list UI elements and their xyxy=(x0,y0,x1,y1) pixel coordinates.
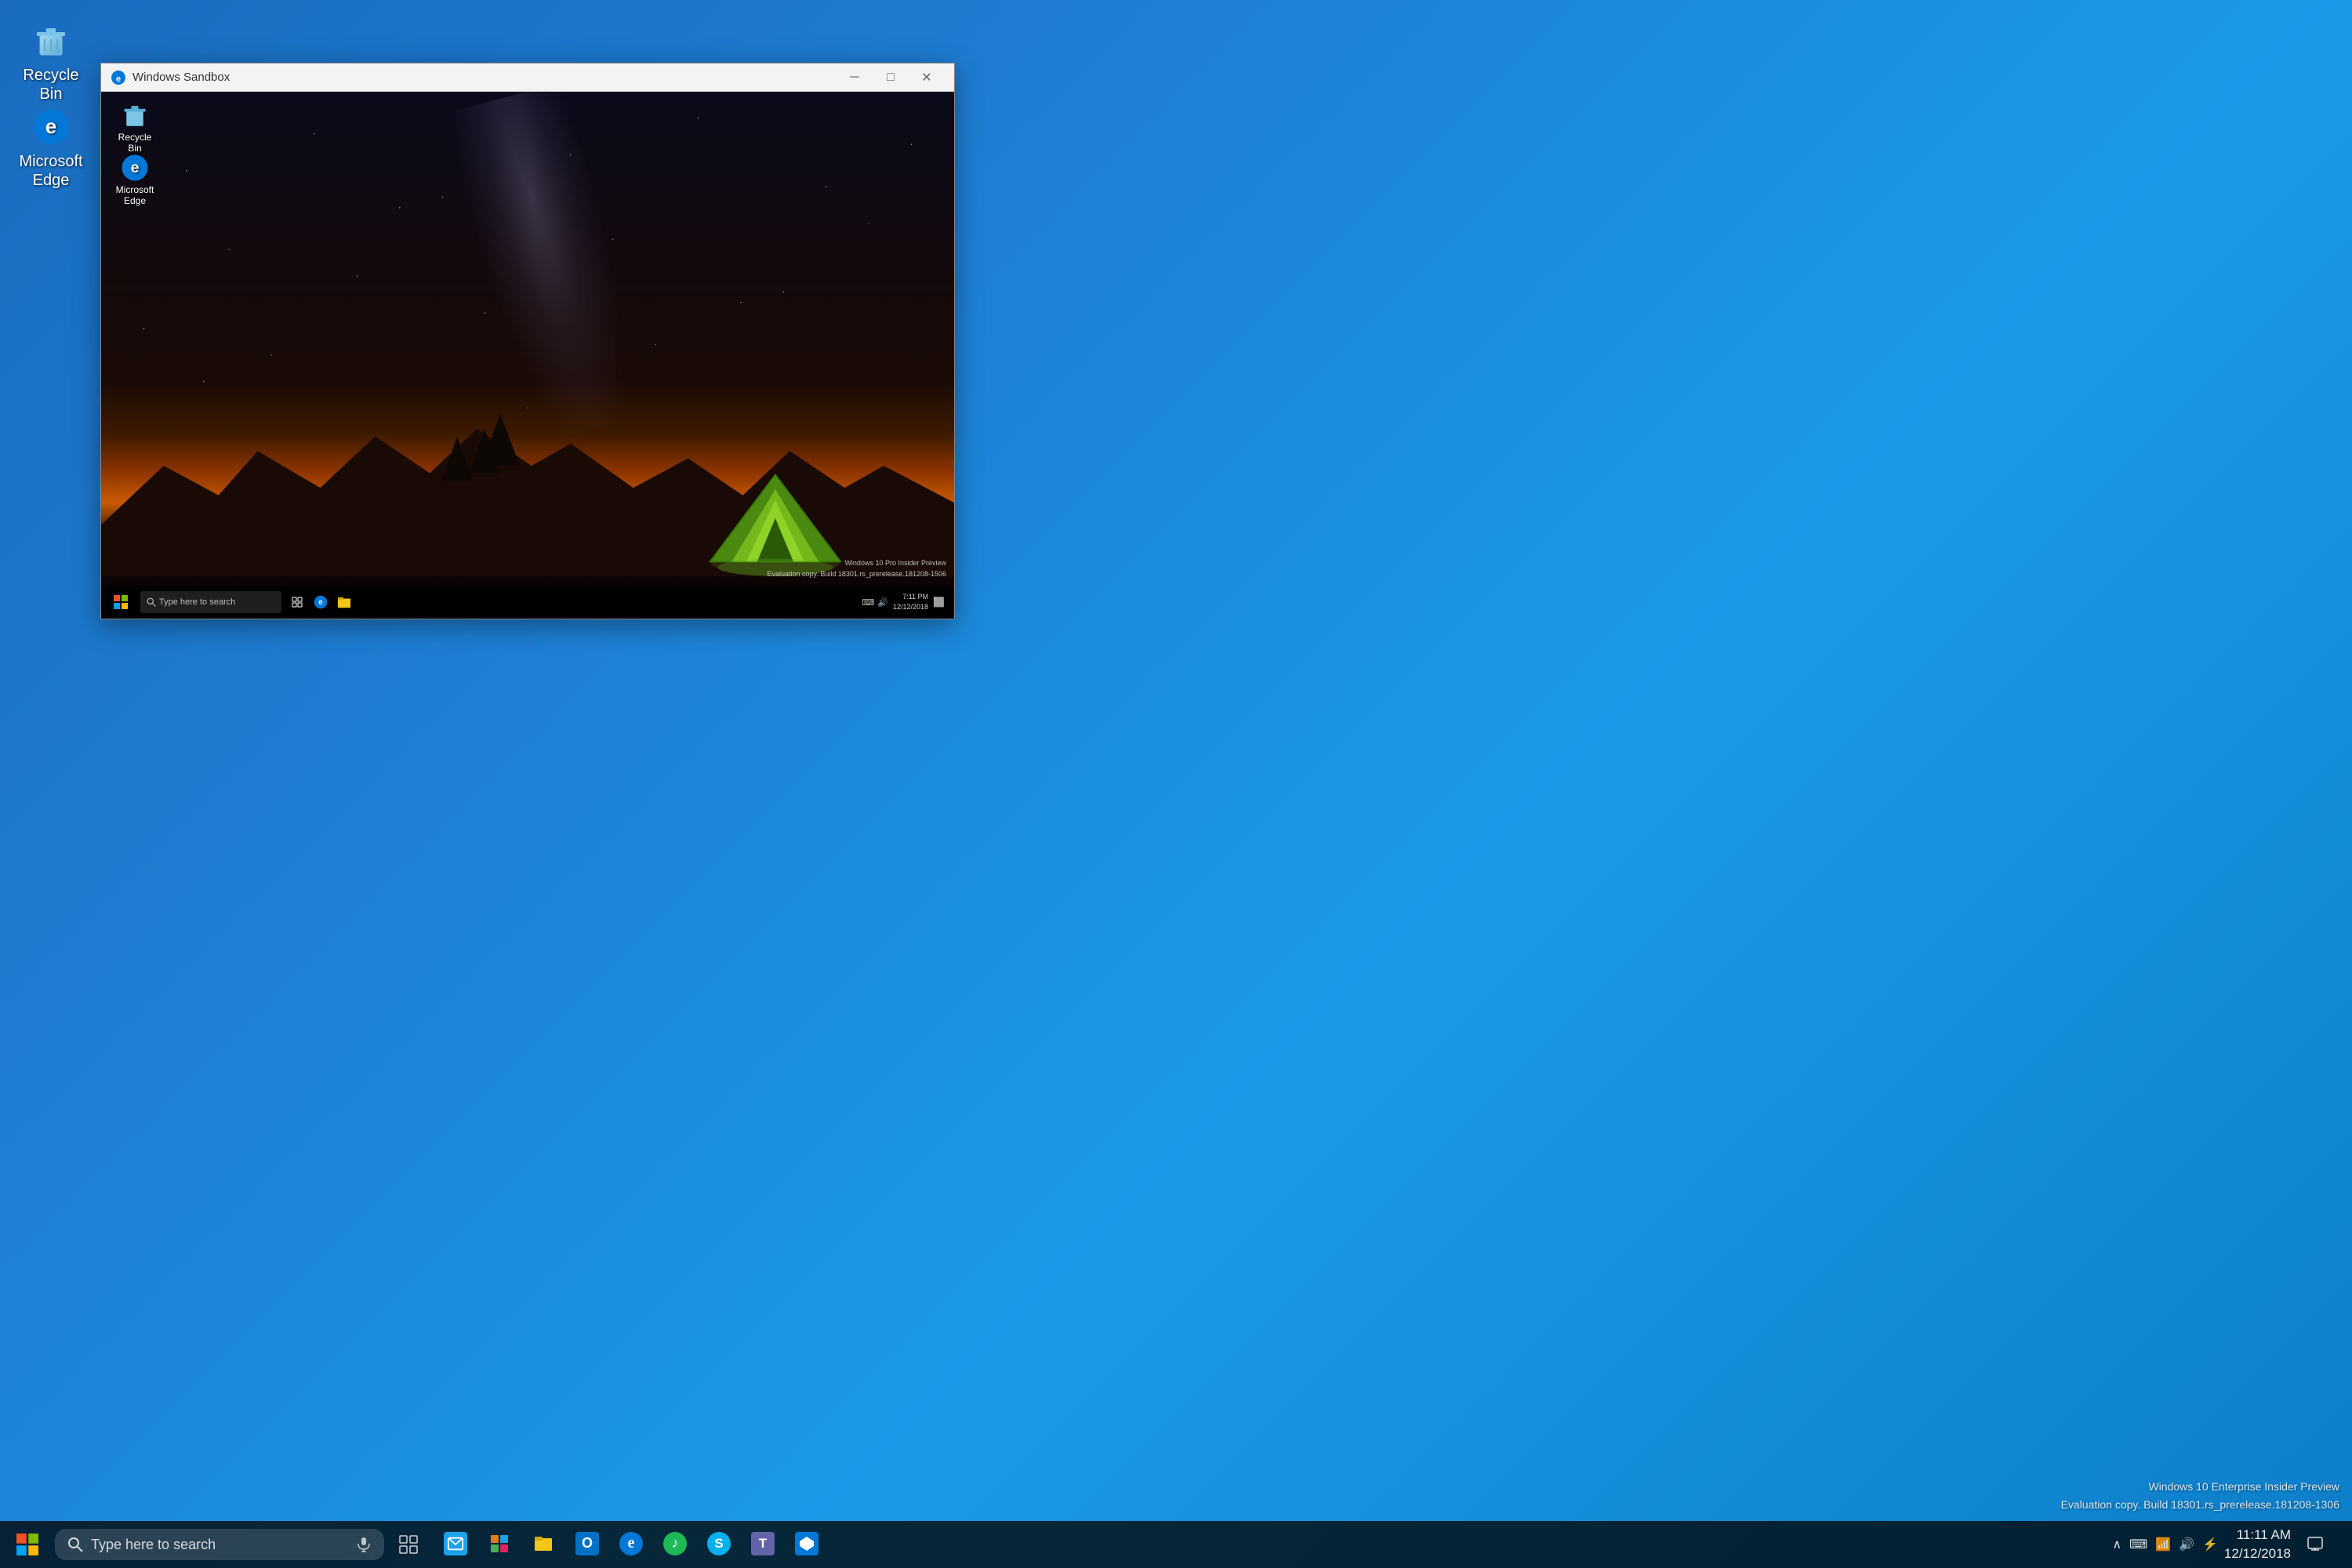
skype-icon: S xyxy=(707,1532,731,1555)
network-icon[interactable]: 📶 xyxy=(2155,1537,2171,1552)
svg-text:e: e xyxy=(116,74,121,84)
window-title-icon: e xyxy=(111,70,126,85)
teams-icon: T xyxy=(751,1532,775,1555)
sandbox-content: Recycle Bin e Microsoft Edge Windows 10 … xyxy=(101,92,954,619)
main-taskbar: Type here to search xyxy=(0,1521,2352,1568)
svg-text:e: e xyxy=(131,159,140,176)
taskbar-search-bar[interactable]: Type here to search xyxy=(55,1529,384,1560)
sandbox-search-placeholder: Type here to search xyxy=(159,597,235,607)
tray-datetime[interactable]: 11:11 AM 12/12/2018 xyxy=(2224,1526,2291,1563)
mail-icon xyxy=(444,1532,467,1555)
window-controls: ─ □ ✕ xyxy=(837,64,945,92)
sandbox-edge-label: Microsoft Edge xyxy=(111,184,159,206)
sandbox-search-bar[interactable]: Type here to search xyxy=(140,591,281,613)
keyboard-icon: ⌨ xyxy=(2129,1537,2147,1552)
taskbar-app-skype[interactable]: S xyxy=(698,1521,740,1568)
sandbox-time: 7:11 PM xyxy=(893,592,928,602)
chevron-up-icon[interactable]: ∧ xyxy=(2112,1537,2122,1552)
tray-time: 11:11 AM xyxy=(2224,1526,2291,1544)
sandbox-taskbar: Type here to search e xyxy=(101,586,954,619)
sandbox-start-button[interactable] xyxy=(104,586,137,619)
svg-text:e: e xyxy=(45,114,56,138)
desktop-icon-recycle-bin[interactable]: Recycle Bin xyxy=(16,16,86,108)
spotify-icon: ♪ xyxy=(663,1532,687,1555)
start-button[interactable] xyxy=(6,1521,49,1568)
taskbar-app-store[interactable] xyxy=(478,1521,521,1568)
close-button[interactable]: ✕ xyxy=(909,64,945,92)
sandbox-window: e Windows Sandbox ─ □ ✕ xyxy=(100,63,955,619)
taskbar-app-explorer[interactable] xyxy=(522,1521,564,1568)
sandbox-edge-icon: e xyxy=(121,154,149,182)
sandbox-version-line2: Evaluation copy. Build 18301.rs_prerelea… xyxy=(768,569,947,580)
windows-logo-icon xyxy=(16,1534,38,1555)
system-tray: ∧ ⌨ 📶 🔊 ⚡ 11:11 AM 12/12/2018 xyxy=(2112,1521,2346,1568)
taskbar-app-unknown[interactable] xyxy=(786,1521,828,1568)
sandbox-edge-taskbar[interactable]: e xyxy=(310,591,332,613)
minimize-button[interactable]: ─ xyxy=(837,64,873,92)
taskbar-app-mail[interactable] xyxy=(434,1521,477,1568)
action-center-button[interactable] xyxy=(2297,1521,2333,1568)
taskbar-app-teams[interactable]: T xyxy=(742,1521,784,1568)
window-titlebar: e Windows Sandbox ─ □ ✕ xyxy=(101,64,954,92)
sandbox-version-info: Windows 10 Pro Insider Preview Evaluatio… xyxy=(768,558,947,579)
svg-text:e: e xyxy=(318,598,323,607)
version-line1: Windows 10 Enterprise Insider Preview xyxy=(2061,1478,2339,1495)
sandbox-icon-recycle-bin[interactable]: Recycle Bin xyxy=(107,98,162,157)
desktop-icon-edge-label: Microsoft Edge xyxy=(19,152,82,190)
maximize-button[interactable]: □ xyxy=(873,64,909,92)
battery-icon: ⚡ xyxy=(2202,1537,2218,1552)
sandbox-tray-icons: ⌨🔊 xyxy=(862,597,888,608)
sandbox-taskbar-icons: e xyxy=(286,591,355,613)
tray-date: 12/12/2018 xyxy=(2224,1544,2291,1563)
taskview-icon xyxy=(399,1535,418,1554)
sandbox-recycle-bin-icon xyxy=(121,101,149,129)
sandbox-version-line1: Windows 10 Pro Insider Preview xyxy=(768,558,947,569)
version-line2: Evaluation copy. Build 18301.rs_prerelea… xyxy=(2061,1496,2339,1513)
window-title: Windows Sandbox xyxy=(132,71,837,84)
desktop-icon-recycle-bin-label: Recycle Bin xyxy=(20,66,82,103)
microphone-icon xyxy=(356,1537,372,1552)
edge-icon: e xyxy=(31,107,71,147)
sandbox-icon-edge[interactable]: e Microsoft Edge xyxy=(107,151,162,209)
taskbar-app-edge[interactable]: e xyxy=(610,1521,652,1568)
volume-icon[interactable]: 🔊 xyxy=(2179,1537,2194,1552)
sandbox-tray-time: 7:11 PM 12/12/2018 xyxy=(893,592,928,612)
sandbox-date: 12/12/2018 xyxy=(893,602,928,612)
taskbar-app-spotify[interactable]: ♪ xyxy=(654,1521,696,1568)
file-explorer-icon xyxy=(532,1532,555,1555)
sandbox-action-center[interactable]: ⬜ xyxy=(933,597,945,608)
store-icon xyxy=(488,1532,511,1555)
search-icon xyxy=(67,1537,83,1552)
taskbar-apps: O e ♪ S T xyxy=(434,1521,828,1568)
action-center-icon xyxy=(2307,1536,2324,1553)
edge-taskbar-icon: e xyxy=(619,1532,643,1555)
sandbox-fileexp-taskbar[interactable] xyxy=(333,591,355,613)
recycle-bin-icon xyxy=(31,20,71,61)
sandbox-tray: ⌨🔊 7:11 PM 12/12/2018 ⬜ xyxy=(862,592,951,612)
version-info: Windows 10 Enterprise Insider Preview Ev… xyxy=(2061,1478,2339,1513)
taskview-button[interactable] xyxy=(389,1521,428,1568)
search-placeholder: Type here to search xyxy=(91,1537,356,1553)
tray-icons: ∧ ⌨ 📶 🔊 ⚡ xyxy=(2112,1537,2218,1552)
unknown-app-icon xyxy=(795,1532,818,1555)
taskbar-app-outlook[interactable]: O xyxy=(566,1521,608,1568)
outlook-icon: O xyxy=(575,1532,599,1555)
sandbox-taskview-icon[interactable] xyxy=(286,591,308,613)
desktop-icon-edge[interactable]: e Microsoft Edge xyxy=(16,102,86,194)
